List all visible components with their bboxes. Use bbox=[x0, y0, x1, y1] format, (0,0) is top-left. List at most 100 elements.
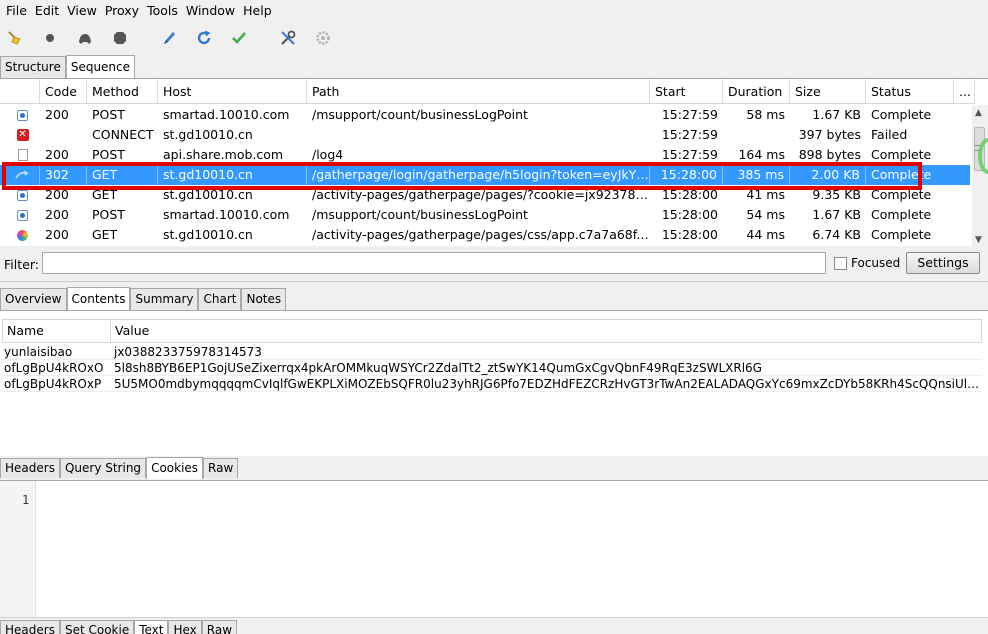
tab-overview[interactable]: Overview bbox=[0, 288, 67, 310]
response-editor[interactable]: 1 bbox=[0, 480, 988, 618]
tab-sequence[interactable]: Sequence bbox=[65, 55, 136, 79]
focused-checkbox[interactable] bbox=[834, 256, 847, 270]
tab-hex[interactable]: Hex bbox=[168, 620, 202, 634]
list-item[interactable]: ofLgBpU4kROxO 5l8sh8BYB6EP1GojUSeZixerrq… bbox=[2, 360, 982, 376]
cell-size: 1.67 KB bbox=[812, 107, 861, 122]
scroll-up-icon[interactable]: ▲ bbox=[975, 108, 982, 118]
scroll-down-icon[interactable]: ▼ bbox=[975, 235, 982, 245]
validate-icon[interactable] bbox=[228, 27, 250, 49]
cell-size: 1.67 KB bbox=[812, 207, 861, 222]
repeat-icon[interactable] bbox=[193, 27, 215, 49]
column-status[interactable]: Status bbox=[866, 79, 954, 103]
cell-host: st.gd10010.cn bbox=[163, 187, 253, 202]
sequence-rows: 200 POST smartad.10010.com /msupport/cou… bbox=[0, 105, 970, 245]
cell-duration: 385 ms bbox=[723, 165, 790, 185]
redirect-icon bbox=[15, 170, 29, 179]
document-icon bbox=[17, 149, 28, 161]
list-item[interactable]: ofLgBpU4kROxP 5U5MO0mdbymqqqqmCvIqlfGwEK… bbox=[2, 376, 982, 392]
menu-proxy[interactable]: Proxy bbox=[101, 1, 143, 21]
panel-splitter[interactable] bbox=[0, 281, 988, 285]
menu-help[interactable]: Help bbox=[239, 1, 276, 21]
throttle-icon[interactable] bbox=[74, 27, 96, 49]
cell-host: st.gd10010.cn bbox=[163, 127, 253, 142]
tab-response-headers[interactable]: Headers bbox=[0, 620, 60, 634]
column-start[interactable]: Start bbox=[650, 79, 723, 103]
table-row[interactable]: 200 POST smartad.10010.com /msupport/cou… bbox=[0, 105, 970, 125]
column-host[interactable]: Host bbox=[158, 79, 307, 103]
tab-response-raw[interactable]: Raw bbox=[201, 620, 238, 634]
sequence-scrollbar[interactable]: ▲ ▼ bbox=[972, 105, 988, 247]
column-size[interactable]: Size bbox=[790, 79, 866, 103]
tab-request-raw[interactable]: Raw bbox=[203, 458, 239, 478]
settings-button[interactable]: Settings bbox=[906, 252, 980, 274]
list-item[interactable]: yunlaisibao jx038823375978314573 bbox=[2, 344, 982, 360]
tab-notes[interactable]: Notes bbox=[241, 288, 287, 310]
column-code[interactable]: Code bbox=[40, 79, 87, 103]
tab-chart[interactable]: Chart bbox=[198, 288, 242, 310]
table-row[interactable]: 200 POST smartad.10010.com /msupport/cou… bbox=[0, 205, 970, 225]
cell-code: 200 bbox=[45, 207, 69, 222]
cell-method: POST bbox=[92, 207, 125, 222]
cell-duration: 41 ms bbox=[746, 187, 785, 202]
edit-icon[interactable] bbox=[158, 27, 180, 49]
table-row[interactable]: 200 GET st.gd10010.cn /activity-pages/ga… bbox=[0, 185, 970, 205]
cell-path: /msupport/count/businessLogPoint bbox=[312, 207, 528, 222]
filter-input[interactable] bbox=[42, 252, 826, 274]
cookie-name: yunlaisibao bbox=[4, 345, 73, 359]
cookies-header: Name Value bbox=[2, 319, 982, 343]
settings-gear-icon[interactable] bbox=[312, 27, 334, 49]
table-row-selected[interactable]: 302 GET st.gd10010.cn /gatherpage/login/… bbox=[0, 165, 970, 185]
tab-cookies[interactable]: Cookies bbox=[146, 457, 204, 479]
column-method[interactable]: Method bbox=[87, 79, 158, 103]
tab-summary[interactable]: Summary bbox=[130, 288, 199, 310]
cell-start: 15:27:59 bbox=[661, 127, 718, 142]
cell-status: Complete bbox=[871, 207, 932, 222]
cell-duration: 54 ms bbox=[746, 207, 785, 222]
tab-query-string[interactable]: Query String bbox=[59, 458, 147, 478]
contents-panel: Name Value yunlaisibao jx038823375978314… bbox=[0, 310, 988, 456]
menu-window[interactable]: Window bbox=[182, 1, 239, 21]
menu-view[interactable]: View bbox=[63, 1, 101, 21]
record-icon[interactable] bbox=[39, 27, 61, 49]
toolbar bbox=[0, 23, 988, 53]
tab-contents[interactable]: Contents bbox=[66, 287, 131, 311]
line-number: 1 bbox=[22, 493, 30, 507]
filter-bar: Filter: Focused Settings bbox=[0, 250, 988, 278]
table-row[interactable]: ✕ CONNECT st.gd10010.cn 15:27:59 397 byt… bbox=[0, 125, 970, 145]
cookie-name: ofLgBpU4kROxO bbox=[4, 361, 104, 375]
cell-method: CONNECT bbox=[92, 127, 154, 142]
view-tabs: Structure Sequence bbox=[0, 54, 136, 79]
tab-request-headers[interactable]: Headers bbox=[0, 458, 60, 478]
tab-text[interactable]: Text bbox=[134, 620, 169, 634]
tools-icon[interactable] bbox=[277, 27, 299, 49]
column-value[interactable]: Value bbox=[111, 320, 981, 342]
column-more[interactable]: ... bbox=[954, 79, 975, 103]
breakpoint-icon[interactable] bbox=[109, 27, 131, 49]
column-name[interactable]: Name bbox=[3, 320, 111, 342]
menu-edit[interactable]: Edit bbox=[31, 1, 63, 21]
menu-tools[interactable]: Tools bbox=[143, 1, 182, 21]
request-icon bbox=[17, 209, 28, 221]
menu-bar: File Edit View Proxy Tools Window Help bbox=[0, 0, 988, 22]
table-row[interactable]: 200 POST api.share.mob.com /log4 15:27:5… bbox=[0, 145, 970, 165]
tab-structure[interactable]: Structure bbox=[0, 56, 66, 78]
column-path[interactable]: Path bbox=[307, 79, 650, 103]
focused-option[interactable]: Focused bbox=[834, 256, 900, 270]
table-row[interactable]: 200 GET st.gd10010.cn /activity-pages/ga… bbox=[0, 225, 970, 245]
sequence-panel: Code Method Host Path Start Duration Siz… bbox=[0, 78, 988, 247]
cell-status: Failed bbox=[871, 127, 908, 142]
cell-code: 200 bbox=[45, 187, 69, 202]
cell-path: /activity-pages/gatherpage/pages/css/app… bbox=[312, 227, 650, 242]
column-duration[interactable]: Duration bbox=[723, 79, 790, 103]
broom-icon[interactable] bbox=[4, 27, 26, 49]
tab-set-cookie[interactable]: Set Cookie bbox=[59, 620, 135, 634]
cell-method: GET bbox=[92, 187, 118, 202]
cell-status: Complete bbox=[871, 147, 932, 162]
menu-file[interactable]: File bbox=[2, 1, 31, 21]
cell-path: /msupport/count/businessLogPoint bbox=[312, 107, 528, 122]
cell-duration: 58 ms bbox=[746, 107, 785, 122]
cell-start: 15:27:59 bbox=[661, 147, 718, 162]
image-icon bbox=[17, 229, 28, 241]
request-icon bbox=[17, 189, 28, 201]
focused-label: Focused bbox=[851, 256, 901, 270]
